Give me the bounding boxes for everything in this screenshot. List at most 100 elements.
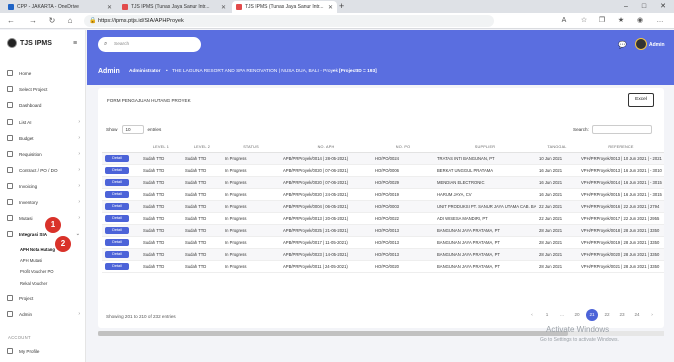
column-header-status[interactable]: STATUS [222, 142, 280, 153]
column-header-level-1[interactable]: LEVEL 1 [140, 142, 182, 153]
page-button[interactable]: ... [556, 309, 568, 321]
budget-icon [7, 135, 13, 141]
sidebar-subitem-aph-mutasi[interactable]: APH Mutasi [20, 258, 42, 263]
tanggal-cell: 16 Jun 2021 [536, 176, 578, 189]
column-header-supplier[interactable]: SUPPLIER [434, 142, 536, 153]
level-2-cell: Sudah TTD [182, 260, 222, 273]
profile-browser-icon[interactable]: ◉ [636, 17, 644, 25]
logo-icon [7, 38, 17, 48]
detail-button[interactable]: Detail [105, 250, 129, 258]
detail-button[interactable]: Detail [105, 238, 129, 246]
brand[interactable]: TJS IPMS [7, 38, 52, 48]
page-button[interactable]: 21 [586, 309, 598, 321]
sidebar-section-account: ACCOUNT [8, 335, 31, 340]
page-button[interactable]: 24 [631, 309, 643, 321]
reference-cell: VPH/PRProyek/0013 | 16 Jun 2021 | - 3010 [578, 164, 664, 177]
page-button[interactable]: 22 [601, 309, 613, 321]
sidebar-item-requisition[interactable]: Requisition › [0, 149, 86, 159]
close-icon[interactable]: ✕ [107, 4, 112, 11]
entries-select[interactable]: 10 [121, 125, 144, 134]
detail-button[interactable]: Detail [105, 190, 129, 198]
reload-icon[interactable]: ↻ [47, 16, 57, 26]
sidebar-subitem-aph-nota-hutang[interactable]: APH Nota Hutang [20, 247, 55, 252]
sidebar-subitem-rekal-voucher[interactable]: Rekal Voucher [20, 281, 47, 286]
sidebar-item-label: Budget [19, 135, 34, 141]
detail-button[interactable]: Detail [105, 226, 129, 234]
detail-button[interactable]: Detail [105, 178, 129, 186]
table-search-input[interactable] [591, 125, 652, 134]
back-icon[interactable]: ← [6, 16, 16, 26]
search-input[interactable]: ⌕ Search [98, 37, 201, 52]
sidebar-item-integrasi-sia[interactable]: Integrasi SIA ⌄ [0, 229, 86, 239]
detail-button[interactable]: Detail [105, 154, 129, 162]
column-header-no-aph[interactable]: NO. APH [280, 142, 372, 153]
sidebar-item-invoicing[interactable]: Invoicing › [0, 181, 86, 191]
ipms-favicon-icon [236, 4, 242, 10]
no-po-cell: HO/PO/0013 [372, 236, 434, 249]
sidebar-item-project[interactable]: Project [0, 293, 86, 303]
maximize-icon[interactable]: □ [636, 0, 652, 13]
sidebar-item-admin[interactable]: Admin › [0, 309, 86, 319]
scrollbar-thumb[interactable] [98, 331, 568, 336]
new-tab-button[interactable]: + [339, 1, 344, 12]
minimize-icon[interactable]: – [618, 0, 634, 13]
more-menu-icon[interactable]: … [656, 17, 664, 25]
page-button[interactable]: › [646, 309, 658, 321]
url-field[interactable]: 🔒 https://ipms.ptjs.id/SIA/APHProyek [84, 15, 494, 27]
no-aph-cell: APB/PRProyek/0011 | 24-05-2021) [280, 260, 372, 273]
home-browser-icon[interactable]: ⌂ [65, 16, 75, 26]
supplier-cell: ADI WISESA MANDIRI, PT [434, 212, 536, 225]
favorite-star-icon[interactable]: ☆ [580, 17, 588, 25]
excel-button[interactable]: Excel [628, 93, 654, 107]
sidebar-item-mutasi[interactable]: Mutasi › [0, 213, 86, 223]
reference-cell: VPH/PRProyek/0017 | 22 Jun 2021 | 2955 [578, 212, 664, 225]
annotation-badge-1: 1 [45, 217, 61, 233]
pagination: ‹ 1... 20 21 22 23 24 › [523, 309, 658, 321]
reference-cell: VPH/PRProyek/0013 | 10 Jun 2021 | - 2021 [578, 152, 664, 165]
user-name[interactable]: Admin [649, 42, 665, 48]
window-close-icon[interactable]: ✕ [655, 0, 671, 13]
entries-label: entries [147, 127, 162, 132]
collections-icon[interactable]: ❐ [598, 17, 606, 25]
column-header-no-po[interactable]: NO. PO [372, 142, 434, 153]
sidebar-item-list-ai[interactable]: List AI › [0, 117, 86, 127]
avatar[interactable] [635, 38, 647, 50]
table-row: Detail Sudah TTD Sudah TTD In Progress APB/P… [102, 176, 664, 189]
browser-tab-ipms-2[interactable]: TJS IPMS (Tunas Jaya Sanur Intr... ✕ [232, 1, 337, 13]
page-button[interactable]: ‹ [526, 309, 538, 321]
detail-button[interactable]: Detail [105, 166, 129, 174]
detail-button[interactable]: Detail [105, 214, 129, 222]
favorites-icon[interactable]: ★ [617, 17, 625, 25]
column-header-level-2[interactable]: LEVEL 2 [182, 142, 222, 153]
chat-icon[interactable]: 💬 [618, 41, 627, 49]
close-icon[interactable]: ✕ [328, 4, 333, 11]
sidebar-item-inventory[interactable]: Inventory › [0, 197, 86, 207]
page-button[interactable]: 20 [571, 309, 583, 321]
detail-button[interactable]: Detail [105, 202, 129, 210]
sidebar-subitem-profit-voucher-po[interactable]: Profit Voucher PO [20, 269, 54, 274]
sidebar-item-contract[interactable]: Contract / PO / DO › [0, 165, 86, 175]
read-aloud-icon[interactable]: A [560, 17, 568, 25]
status-cell: In Progress [222, 164, 280, 177]
column-header-tanggal[interactable]: TANGGAL [536, 142, 578, 153]
column-header-reference[interactable]: REFERENCE [578, 142, 664, 153]
browser-tab-ipms-1[interactable]: TJS IPMS (Tunas Jaya Sanur Intr... ✕ [118, 1, 230, 13]
table-header-row: LEVEL 1 LEVEL 2 STATUS NO. APH NO. PO SU… [102, 142, 664, 153]
page-button[interactable]: 23 [616, 309, 628, 321]
close-icon[interactable]: ✕ [221, 4, 226, 11]
no-po-cell: HO/PO/0019 [372, 188, 434, 201]
sidebar-item-home[interactable]: Home [0, 68, 86, 78]
sidebar-item-budget[interactable]: Budget › [0, 133, 86, 143]
page-button[interactable]: 1 [541, 309, 553, 321]
sidebar-item-dashboard[interactable]: Dashboard [0, 100, 86, 110]
page-title: Admin [98, 68, 120, 75]
browser-tab-onedrive[interactable]: CPP - JAKARTA - OneDrive ✕ [4, 1, 116, 13]
menu-toggle-icon[interactable]: ≡ [73, 40, 77, 47]
chevron-down-icon: ⌄ [75, 231, 80, 237]
no-aph-cell: APB/PRProyek/0004 | 06-05-2021) [280, 200, 372, 213]
forward-icon[interactable]: → [28, 16, 38, 26]
sidebar-item-select-project[interactable]: Select Project [0, 84, 86, 94]
sidebar-item-my-profile[interactable]: My Profile [0, 346, 86, 356]
supplier-cell: BANGUNAN JAYA PRATAMA, PT [434, 248, 536, 261]
detail-button[interactable]: Detail [105, 262, 129, 270]
